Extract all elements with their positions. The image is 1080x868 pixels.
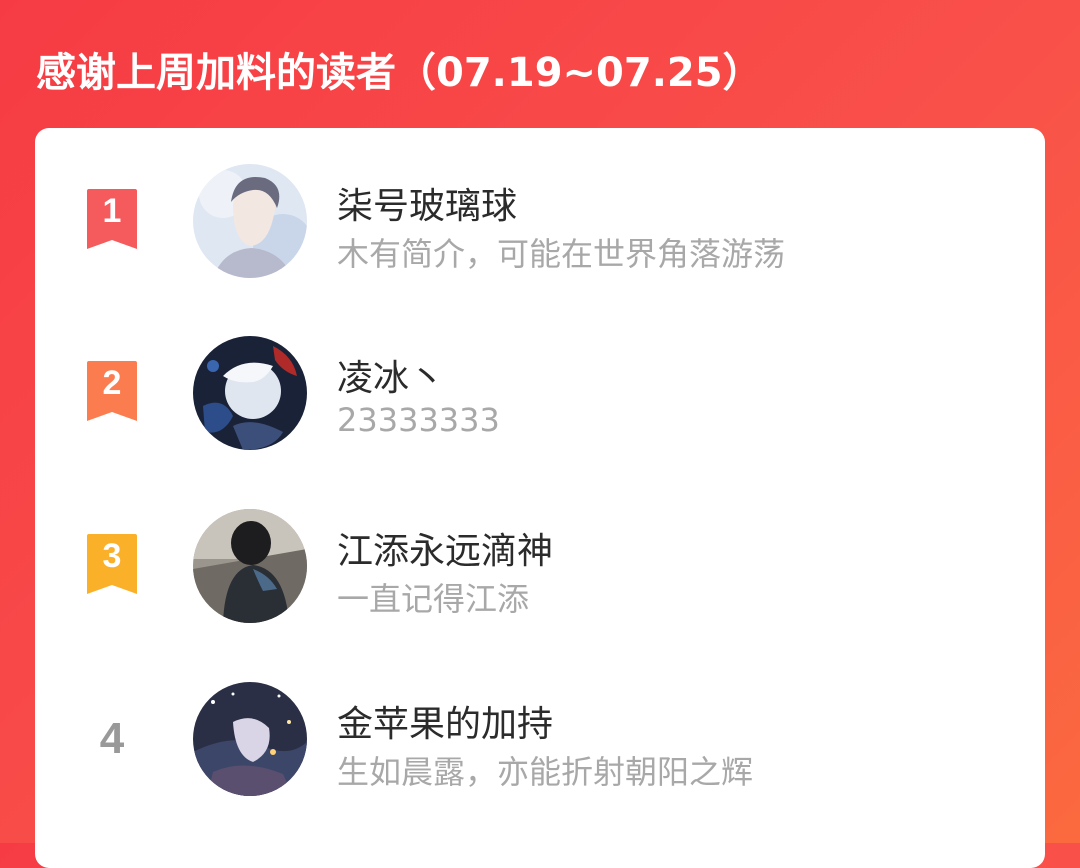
rank-badge-icon: 3 (83, 534, 141, 598)
reader-bio: 一直记得江添 (337, 580, 530, 618)
reader-list-card: 1 柒号玻璃球 木有简介，可能在世界角落游荡 2 凌冰丶 23333333 3 … (35, 128, 1045, 868)
avatar[interactable] (193, 682, 307, 796)
reader-bio: 23333333 (337, 401, 500, 439)
list-item[interactable]: 4 金苹果的加持 生如晨露，亦能折射朝阳之辉 (35, 679, 1045, 799)
reader-name: 凌冰丶 (337, 358, 446, 399)
reader-name: 金苹果的加持 (337, 704, 554, 745)
list-item[interactable]: 3 江添永远滴神 一直记得江添 (35, 506, 1045, 626)
avatar[interactable] (193, 336, 307, 450)
rank-number: 4 (99, 714, 125, 763)
page-title: 感谢上周加料的读者（07.19~07.25） (36, 50, 763, 96)
reader-bio: 生如晨露，亦能折射朝阳之辉 (337, 753, 754, 791)
rank-number: 1 (102, 192, 122, 230)
rank-number: 2 (102, 364, 122, 402)
reader-name: 江添永远滴神 (337, 531, 554, 572)
list-item[interactable]: 1 柒号玻璃球 木有简介，可能在世界角落游荡 (35, 161, 1045, 281)
reader-name: 柒号玻璃球 (337, 186, 518, 227)
avatar[interactable] (193, 164, 307, 278)
avatar[interactable] (193, 509, 307, 623)
rank-badge-icon: 2 (83, 361, 141, 425)
rank-number: 3 (102, 537, 122, 575)
rank-badge-icon: 1 (83, 189, 141, 253)
list-item[interactable]: 2 凌冰丶 23333333 (35, 333, 1045, 453)
reader-bio: 木有简介，可能在世界角落游荡 (337, 235, 786, 273)
